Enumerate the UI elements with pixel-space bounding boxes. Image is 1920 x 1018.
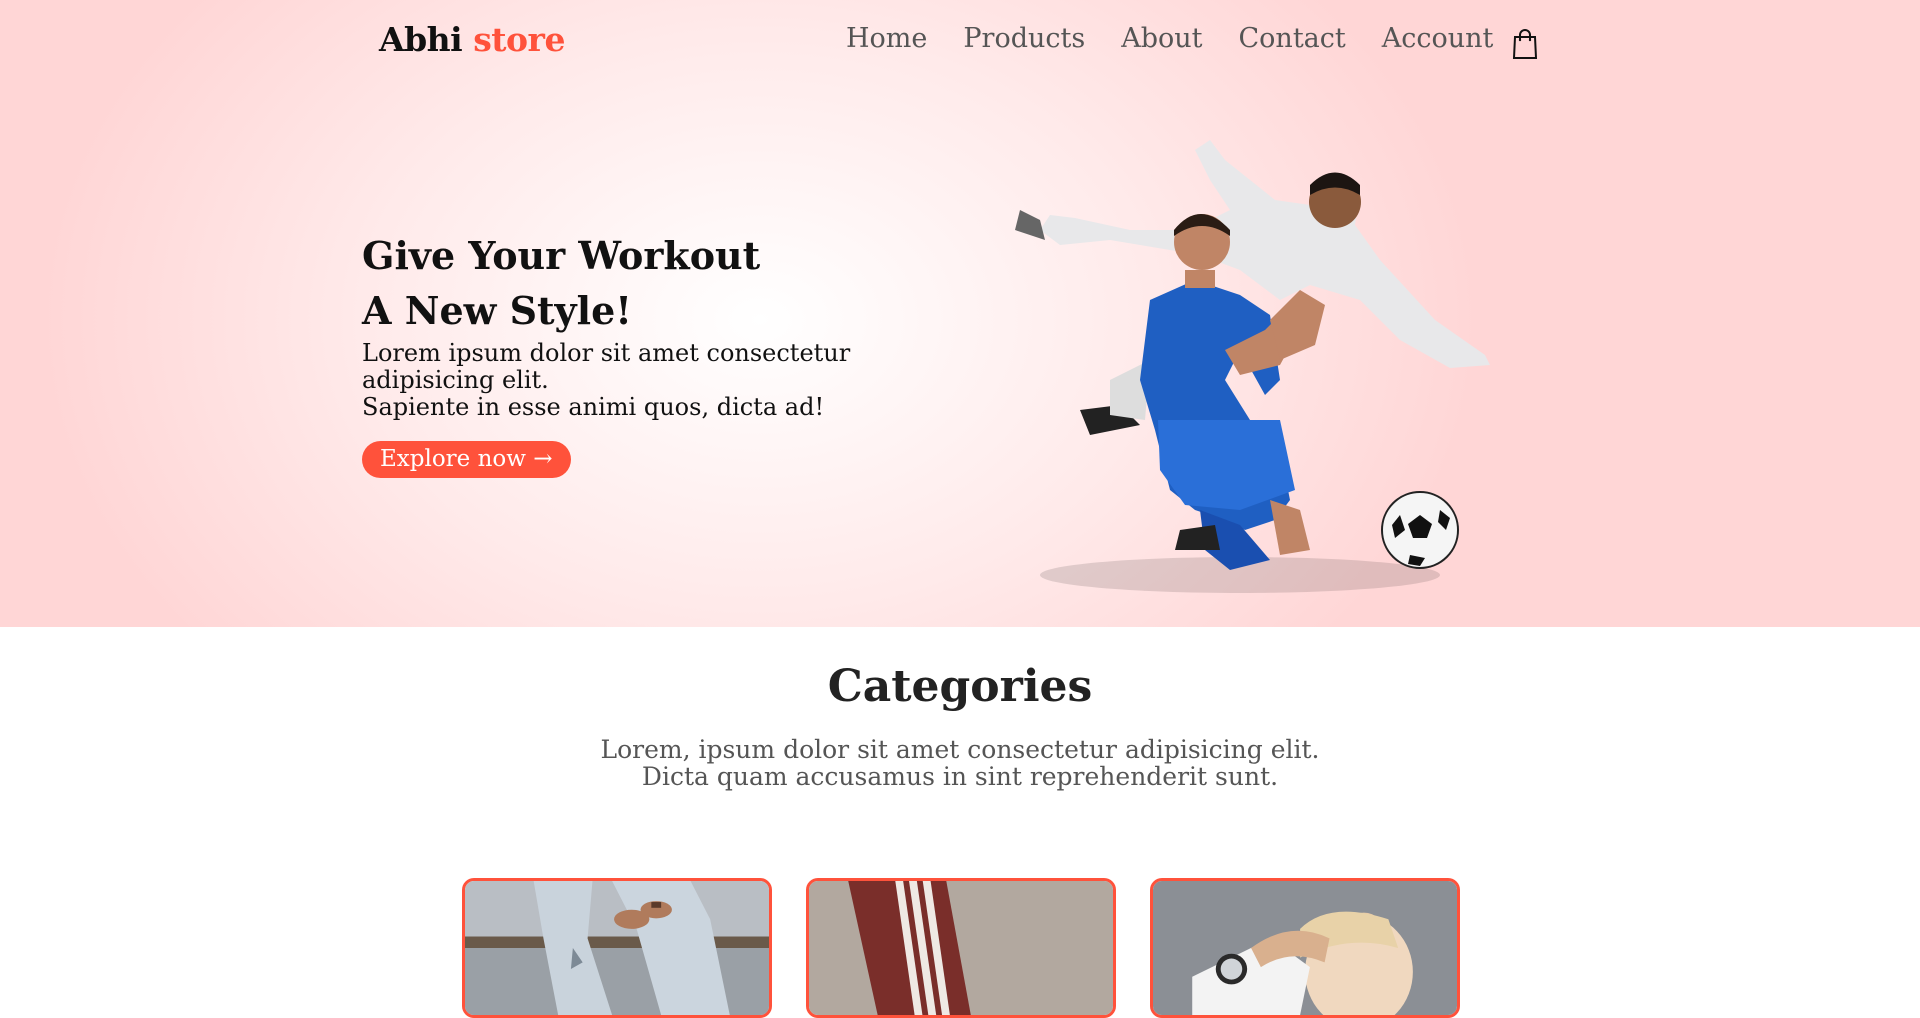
nav-link-home[interactable]: Home — [846, 23, 927, 54]
hero-description: Lorem ipsum dolor sit amet consectetur a… — [362, 340, 882, 421]
logo[interactable]: Abhi store — [379, 20, 565, 59]
categories-desc-line2: Dicta quam accusamus in sint reprehender… — [641, 762, 1279, 791]
hero-section: Abhi store Home Products About Contact A… — [0, 0, 1920, 627]
nav-link-contact[interactable]: Contact — [1239, 23, 1346, 54]
category-trackpants-photo[interactable] — [806, 878, 1116, 1018]
logo-main: Abhi — [379, 20, 463, 59]
hero-text: Give Your Workout A New Style! Lorem ips… — [362, 228, 882, 478]
categories-description: Lorem, ipsum dolor sit amet consectetur … — [0, 736, 1920, 790]
nav-links: Home Products About Contact Account — [846, 23, 1493, 54]
hero-title-line1: Give Your Workout — [362, 233, 761, 278]
nav-link-products[interactable]: Products — [963, 23, 1085, 54]
nav-link-account[interactable]: Account — [1382, 23, 1494, 54]
category-cards — [462, 878, 1460, 1018]
hero-title: Give Your Workout A New Style! — [362, 228, 882, 338]
categories-desc-line1: Lorem, ipsum dolor sit amet consectetur … — [600, 735, 1320, 764]
hero-title-line2: A New Style! — [362, 288, 632, 333]
hero-desc-line2: Sapiente in esse animi quos, dicta ad! — [362, 393, 825, 421]
explore-now-button[interactable]: Explore now → — [362, 441, 571, 478]
football-players-photo — [980, 130, 1540, 600]
nav-link-about[interactable]: About — [1121, 23, 1202, 54]
logo-accent: store — [473, 20, 565, 59]
categories-title: Categories — [827, 661, 1093, 712]
category-smartwatch-photo[interactable] — [1150, 878, 1460, 1018]
shopping-bag-icon[interactable] — [1512, 28, 1538, 60]
navbar: Abhi store Home Products About Contact A… — [0, 0, 1920, 84]
category-jeans-photo[interactable] — [462, 878, 772, 1018]
hero-desc-line1: Lorem ipsum dolor sit amet consectetur a… — [362, 339, 851, 394]
categories-section: Categories Lorem, ipsum dolor sit amet c… — [0, 627, 1920, 1018]
